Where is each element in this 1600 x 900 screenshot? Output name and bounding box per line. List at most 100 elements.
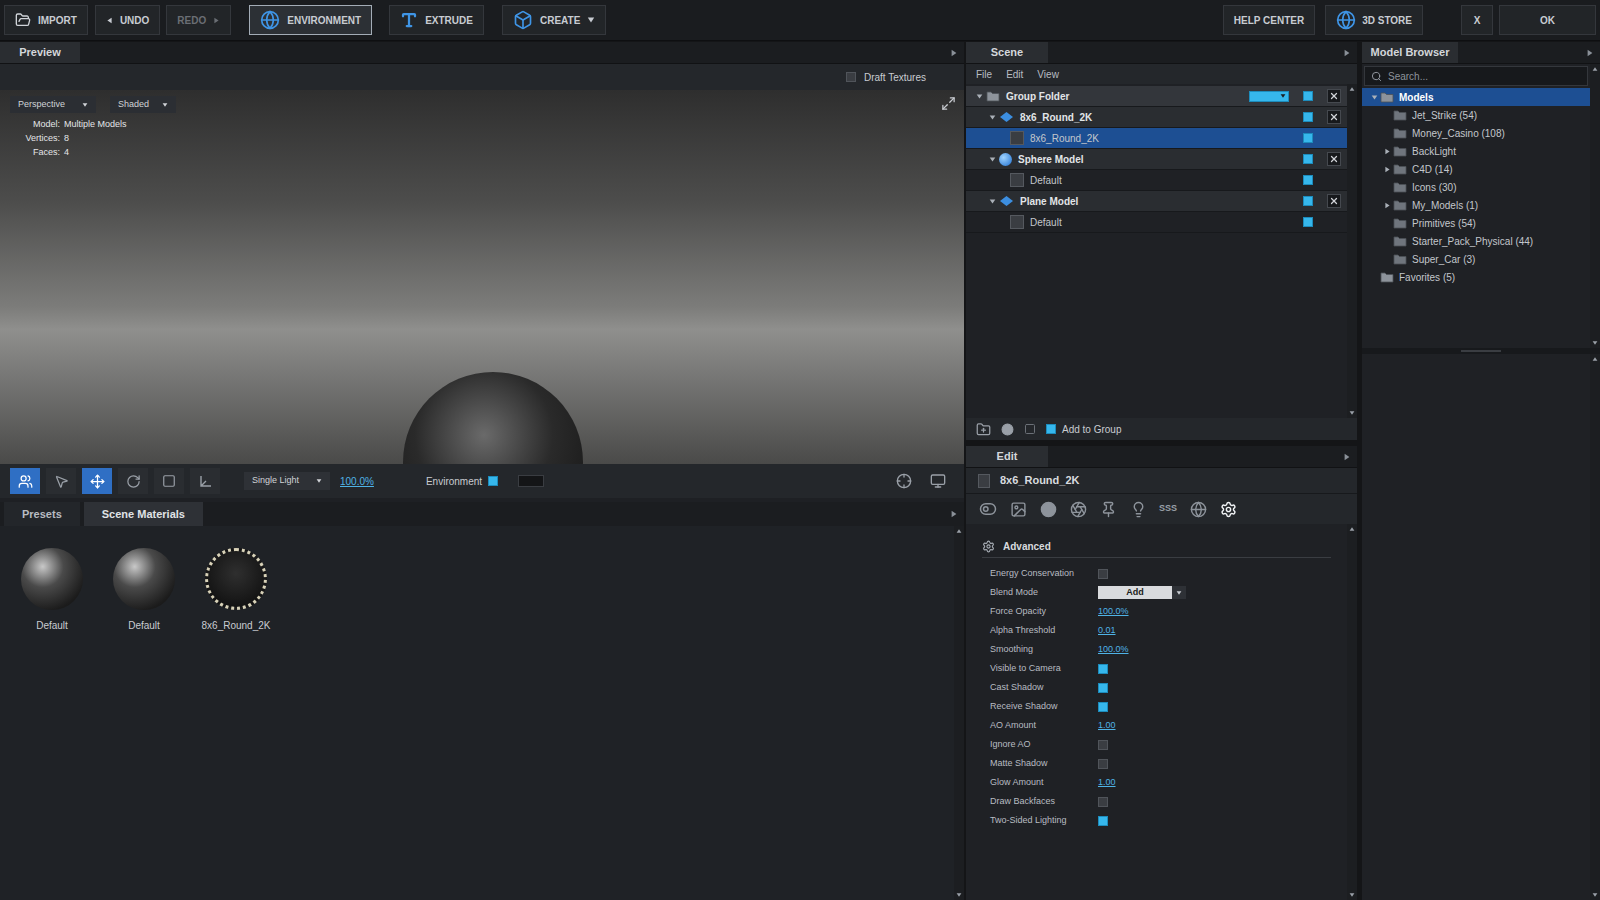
model-tree-item[interactable]: My_Models (1) xyxy=(1362,196,1590,214)
panel-tab[interactable]: Edit xyxy=(966,446,1048,467)
model-tree-item[interactable]: Icons (30) xyxy=(1362,178,1590,196)
viewport-tool-button[interactable] xyxy=(190,468,220,494)
model-tree-item[interactable]: Starter_Pack_Physical (44) xyxy=(1362,232,1590,250)
add-sphere-icon[interactable] xyxy=(1001,423,1014,436)
scene-row[interactable]: Sphere Model xyxy=(966,149,1347,170)
edit-icon-tab[interactable] xyxy=(1188,498,1208,520)
toolbar-button[interactable]: IMPORT xyxy=(4,5,88,35)
scene-row[interactable]: Group Folder xyxy=(966,86,1347,107)
toolbar-button[interactable]: 3D STORE xyxy=(1325,5,1423,35)
model-tree-scrollbar[interactable] xyxy=(1590,64,1600,348)
edit-icon-tab[interactable] xyxy=(1218,498,1238,520)
property-checkbox[interactable] xyxy=(1098,759,1108,769)
scene-row[interactable]: 8x6_Round_2K xyxy=(966,128,1347,149)
shading-dropdown[interactable]: Shaded xyxy=(110,96,176,113)
remove-button[interactable] xyxy=(1327,152,1341,166)
property-value[interactable]: 100.0% xyxy=(1098,643,1129,657)
property-checkbox[interactable] xyxy=(1098,740,1108,750)
add-folder-icon[interactable] xyxy=(976,422,991,437)
property-checkbox[interactable] xyxy=(1098,702,1108,712)
property-checkbox[interactable] xyxy=(1098,816,1108,826)
material-item[interactable]: Default xyxy=(20,548,84,633)
edit-icon-tab[interactable]: SSS xyxy=(1158,498,1178,520)
edit-scrollbar[interactable] xyxy=(1347,524,1357,900)
menu-item[interactable]: View xyxy=(1037,67,1059,82)
model-tree-item[interactable]: Favorites (5) xyxy=(1362,268,1590,286)
remove-button[interactable] xyxy=(1327,110,1341,124)
property-checkbox[interactable] xyxy=(1098,797,1108,807)
panel-tab[interactable]: Scene xyxy=(966,42,1048,63)
viewport[interactable]: PerspectiveShadedModel:Multiple ModelsVe… xyxy=(0,90,964,464)
remove-button[interactable] xyxy=(1327,89,1341,103)
section-header[interactable]: Advanced xyxy=(982,536,1331,558)
visibility-checkbox[interactable] xyxy=(1303,91,1313,101)
scene-scrollbar[interactable] xyxy=(1347,84,1357,418)
menu-item[interactable]: Edit xyxy=(1006,67,1023,82)
property-checkbox[interactable] xyxy=(1098,683,1108,693)
search-field[interactable]: Search... xyxy=(1364,66,1588,86)
visibility-checkbox[interactable] xyxy=(1303,133,1313,143)
group-color-dropdown[interactable] xyxy=(1249,91,1289,102)
viewport-tool-button[interactable] xyxy=(154,468,184,494)
toolbar-button[interactable]: X xyxy=(1461,5,1493,35)
visibility-checkbox[interactable] xyxy=(1303,217,1313,227)
visibility-checkbox[interactable] xyxy=(1303,154,1313,164)
viewport-tool-button[interactable] xyxy=(82,468,112,494)
property-dropdown[interactable]: Add xyxy=(1098,586,1186,600)
toolbar-button[interactable]: OK xyxy=(1499,5,1596,35)
model-tree-item[interactable]: Super_Car (3) xyxy=(1362,250,1590,268)
draft-textures-checkbox[interactable] xyxy=(846,72,856,82)
view-mode-dropdown[interactable]: Perspective xyxy=(10,96,96,113)
environment-swatch[interactable] xyxy=(518,475,544,487)
toolbar-button[interactable]: UNDO xyxy=(95,5,160,35)
toolbar-button[interactable]: REDO xyxy=(166,5,231,35)
toolbar-button[interactable]: EXTRUDE xyxy=(389,5,484,35)
model-tree-item[interactable]: Primitives (54) xyxy=(1362,214,1590,232)
panel-tab[interactable]: Preview xyxy=(0,42,80,63)
remove-button[interactable] xyxy=(1327,194,1341,208)
property-value[interactable]: 1.00 xyxy=(1098,719,1116,733)
viewport-tool-button[interactable] xyxy=(118,468,148,494)
visibility-checkbox[interactable] xyxy=(1303,196,1313,206)
model-tree-item[interactable]: BackLight xyxy=(1362,142,1590,160)
property-checkbox[interactable] xyxy=(1098,569,1108,579)
property-value[interactable]: 0.01 xyxy=(1098,624,1116,638)
model-tree-item[interactable]: C4D (14) xyxy=(1362,160,1590,178)
target-icon[interactable] xyxy=(896,473,912,489)
toolbar-button[interactable]: ENVIRONMENT xyxy=(249,5,372,35)
edit-icon-tab[interactable] xyxy=(1068,498,1088,520)
panel-tab[interactable]: Model Browser xyxy=(1362,42,1458,63)
add-material-icon[interactable] xyxy=(1024,423,1036,435)
scene-row[interactable]: Plane Model xyxy=(966,191,1347,212)
viewport-tool-button[interactable] xyxy=(46,468,76,494)
materials-tab[interactable]: Scene Materials xyxy=(84,502,203,526)
material-item[interactable]: 8x6_Round_2K xyxy=(204,548,268,633)
toolbar-button[interactable]: HELP CENTER xyxy=(1223,5,1315,35)
visibility-checkbox[interactable] xyxy=(1303,112,1313,122)
property-value[interactable]: 100.0% xyxy=(1098,605,1129,619)
viewport-tool-button[interactable] xyxy=(10,468,40,494)
edit-icon-tab[interactable] xyxy=(1128,498,1148,520)
model-tree-item[interactable]: Models xyxy=(1362,88,1590,106)
edit-icon-tab[interactable] xyxy=(1008,498,1028,520)
add-to-group-checkbox[interactable] xyxy=(1046,424,1056,434)
light-dropdown[interactable]: Single Light xyxy=(244,472,330,490)
visibility-checkbox[interactable] xyxy=(1303,175,1313,185)
menu-item[interactable]: File xyxy=(976,67,992,82)
scene-row[interactable]: Default xyxy=(966,170,1347,191)
edit-icon-tab[interactable] xyxy=(978,498,998,520)
environment-checkbox[interactable] xyxy=(488,476,498,486)
materials-scrollbar[interactable] xyxy=(954,526,964,900)
edit-icon-tab[interactable] xyxy=(1038,498,1058,520)
property-checkbox[interactable] xyxy=(1098,664,1108,674)
material-item[interactable]: Default xyxy=(112,548,176,633)
property-value[interactable]: 1.00 xyxy=(1098,776,1116,790)
materials-tab[interactable]: Presets xyxy=(4,502,80,526)
light-intensity[interactable]: 100.0% xyxy=(340,474,374,489)
scene-row[interactable]: Default xyxy=(966,212,1347,233)
monitor-icon[interactable] xyxy=(930,473,946,489)
model-tree-item[interactable]: Jet_Strike (54) xyxy=(1362,106,1590,124)
toolbar-button[interactable]: CREATE xyxy=(502,5,606,35)
model-tree-item[interactable]: Money_Casino (108) xyxy=(1362,124,1590,142)
scene-row[interactable]: 8x6_Round_2K xyxy=(966,107,1347,128)
